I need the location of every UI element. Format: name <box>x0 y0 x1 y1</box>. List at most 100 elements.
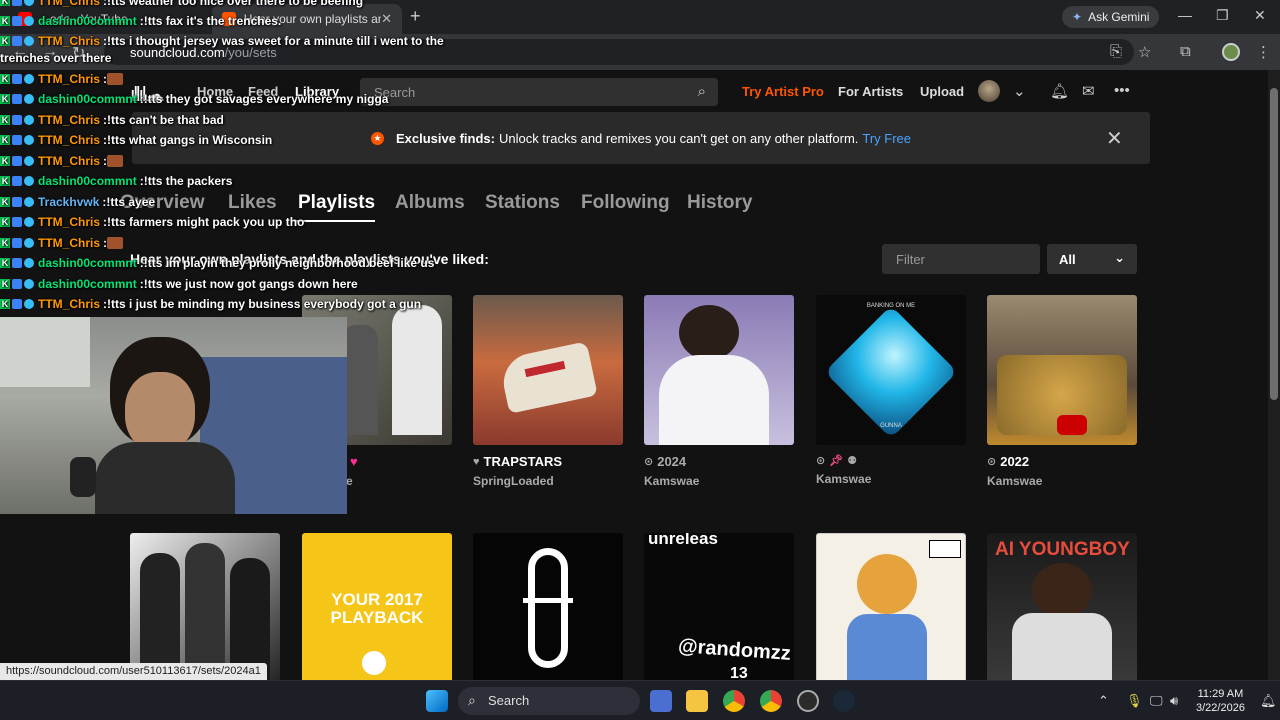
tab-likes[interactable]: Likes <box>228 192 277 214</box>
playlist-card[interactable]: ⊙ 2024 Kamswae <box>644 295 794 488</box>
more-options-icon[interactable]: ••• <box>1114 82 1130 99</box>
tab-stations[interactable]: Stations <box>485 192 560 214</box>
microphone-icon[interactable]: 🎙︎ <box>1126 693 1143 709</box>
tab-following[interactable]: Following <box>581 192 670 214</box>
chat-username[interactable]: TTM_Chris <box>38 113 100 127</box>
playlist-title[interactable]: ⊙ 2024 <box>644 454 794 469</box>
chat-username[interactable]: dashin00commnt <box>38 14 137 28</box>
obs-icon[interactable] <box>797 690 819 712</box>
sc-search-input[interactable]: Search ⌕ <box>360 78 718 106</box>
tray-chevron-icon[interactable]: ⌃ <box>1098 693 1109 709</box>
playlist-card[interactable] <box>816 533 966 680</box>
playlist-artist[interactable]: SpringLoaded <box>473 474 623 488</box>
messages-icon[interactable]: ✉ <box>1082 82 1095 100</box>
chat-username[interactable]: TTM_Chris <box>38 154 100 168</box>
tab-playlists[interactable]: Playlists <box>298 192 375 214</box>
try-free-link[interactable]: Try Free <box>862 131 911 146</box>
playlist-artwork[interactable]: BANKING ON ME GUNNA <box>816 295 966 445</box>
playlist-card[interactable]: ♥ TRAPSTARS SpringLoaded <box>473 295 623 488</box>
chat-username[interactable]: dashin00commnt <box>38 256 137 270</box>
chat-message: K Trackhvwk: !tts ayee <box>0 195 155 209</box>
filter-input[interactable]: Filter <box>882 244 1040 274</box>
playlist-artwork[interactable] <box>130 533 280 680</box>
playlist-card[interactable] <box>473 533 623 680</box>
chrome-profile-icon[interactable] <box>760 690 782 712</box>
playlist-card[interactable]: YOUR 2017 PLAYBACK <box>302 533 452 680</box>
chat-username[interactable]: TTM_Chris <box>38 133 100 147</box>
close-tab-icon[interactable]: ✕ <box>381 11 392 27</box>
profile-avatar[interactable] <box>1222 43 1240 61</box>
playlist-card[interactable]: BANKING ON ME GUNNA ⊙ 📌︎ ⚉ Kamswae <box>816 295 966 486</box>
playlist-artwork[interactable] <box>644 295 794 445</box>
verified-badge-icon <box>12 135 22 145</box>
playlist-artwork[interactable]: YOUR 2017 PLAYBACK <box>302 533 452 680</box>
chat-username[interactable]: TTM_Chris <box>38 0 100 8</box>
chat-username[interactable]: TTM_Chris <box>38 215 100 229</box>
close-window-icon[interactable]: ✕ <box>1254 7 1266 24</box>
network-icon[interactable]: 🖵︎ <box>1150 693 1163 709</box>
playlist-artist[interactable]: Kamswae <box>987 474 1137 488</box>
try-artist-pro-link[interactable]: Try Artist Pro <box>742 84 824 99</box>
tab-albums[interactable]: Albums <box>395 192 465 214</box>
store-icon[interactable] <box>650 690 672 712</box>
steam-icon[interactable] <box>833 690 855 712</box>
notifications-bell-icon[interactable]: 🔔︎ <box>1050 82 1069 100</box>
system-clock[interactable]: 11:29 AM 3/22/2026 <box>1196 687 1245 715</box>
chat-username[interactable]: TTM_Chris <box>38 34 100 48</box>
minimize-icon[interactable]: — <box>1178 7 1192 23</box>
notifications-icon[interactable]: 🔔︎ <box>1260 693 1277 709</box>
chat-username[interactable]: dashin00commnt <box>38 174 137 188</box>
menu-kebab-icon[interactable]: ⋮ <box>1256 43 1271 61</box>
chat-badges: K <box>0 258 34 268</box>
playlist-artwork[interactable] <box>987 295 1137 445</box>
chat-username[interactable]: TTM_Chris <box>38 297 100 311</box>
playlist-artist[interactable]: Kamswae <box>816 472 966 486</box>
playlist-card[interactable] <box>130 533 280 680</box>
playlist-artwork[interactable]: unreleas @randomzz 13 <box>644 533 794 680</box>
extensions-icon[interactable]: ⧉ <box>1180 43 1191 60</box>
new-tab-button[interactable]: + <box>410 6 421 27</box>
bookmark-star-icon[interactable]: ☆ <box>1138 43 1151 61</box>
playlist-card[interactable]: AI YOUNGBOY <box>987 533 1137 680</box>
art-text-unreleased: unreleas <box>648 533 718 548</box>
playlist-title[interactable]: ♥ TRAPSTARS <box>473 454 623 469</box>
kick-badge-icon: K <box>0 197 10 207</box>
restore-icon[interactable]: ❐ <box>1216 7 1229 24</box>
ask-gemini-button[interactable]: ✦ Ask Gemini <box>1062 6 1160 28</box>
user-avatar[interactable] <box>978 80 1000 102</box>
banner-text: Unlock tracks and remixes you can't get … <box>498 130 859 146</box>
chat-username[interactable]: TTM_Chris <box>38 72 100 86</box>
chat-message: K TTM_Chris: !tts weather too nice over t… <box>0 0 363 8</box>
scrollbar-thumb[interactable] <box>1270 88 1278 400</box>
file-explorer-icon[interactable] <box>686 690 708 712</box>
playlist-card[interactable]: ⊙ 2022 Kamswae <box>987 295 1137 488</box>
upload-link[interactable]: Upload <box>920 84 964 99</box>
playlist-artist[interactable]: e <box>346 474 452 488</box>
playlist-title[interactable]: ⊙ 2022 <box>987 454 1137 469</box>
chrome-icon[interactable] <box>723 690 745 712</box>
playlist-artwork[interactable] <box>473 533 623 680</box>
chat-username[interactable]: dashin00commnt <box>38 92 137 106</box>
filter-select[interactable]: All ⌄ <box>1047 244 1137 274</box>
art-text-randomzz: @randomzz <box>677 635 792 665</box>
windows-start-icon[interactable] <box>426 690 448 712</box>
for-artists-link[interactable]: For Artists <box>838 84 903 99</box>
tab-history[interactable]: History <box>687 192 752 214</box>
chevron-down-icon[interactable]: ⌄ <box>1013 82 1026 100</box>
playlist-artwork[interactable] <box>473 295 623 445</box>
taskbar-search[interactable]: ⌕ Search <box>458 687 640 715</box>
search-icon[interactable]: ⌕ <box>698 83 706 100</box>
playlist-title[interactable]: ⊙ 📌︎ ⚉ <box>816 454 966 467</box>
playlist-artwork[interactable]: AI YOUNGBOY <box>987 533 1137 680</box>
playlist-artwork[interactable] <box>816 533 966 680</box>
search-icon: ⌕ <box>468 692 476 708</box>
chat-username[interactable]: TTM_Chris <box>38 236 100 250</box>
playlist-card[interactable]: unreleas @randomzz 13 <box>644 533 794 680</box>
playlist-artist[interactable]: Kamswae <box>644 474 794 488</box>
close-banner-icon[interactable]: ✕ <box>1106 126 1123 151</box>
chat-username[interactable]: dashin00commnt <box>38 277 137 291</box>
volume-icon[interactable]: 🔊︎ <box>1170 693 1178 709</box>
chat-username[interactable]: Trackhvwk <box>38 195 99 209</box>
install-app-icon[interactable]: ⎘ <box>1110 43 1122 60</box>
collab-icon: ⚉ <box>847 455 858 467</box>
